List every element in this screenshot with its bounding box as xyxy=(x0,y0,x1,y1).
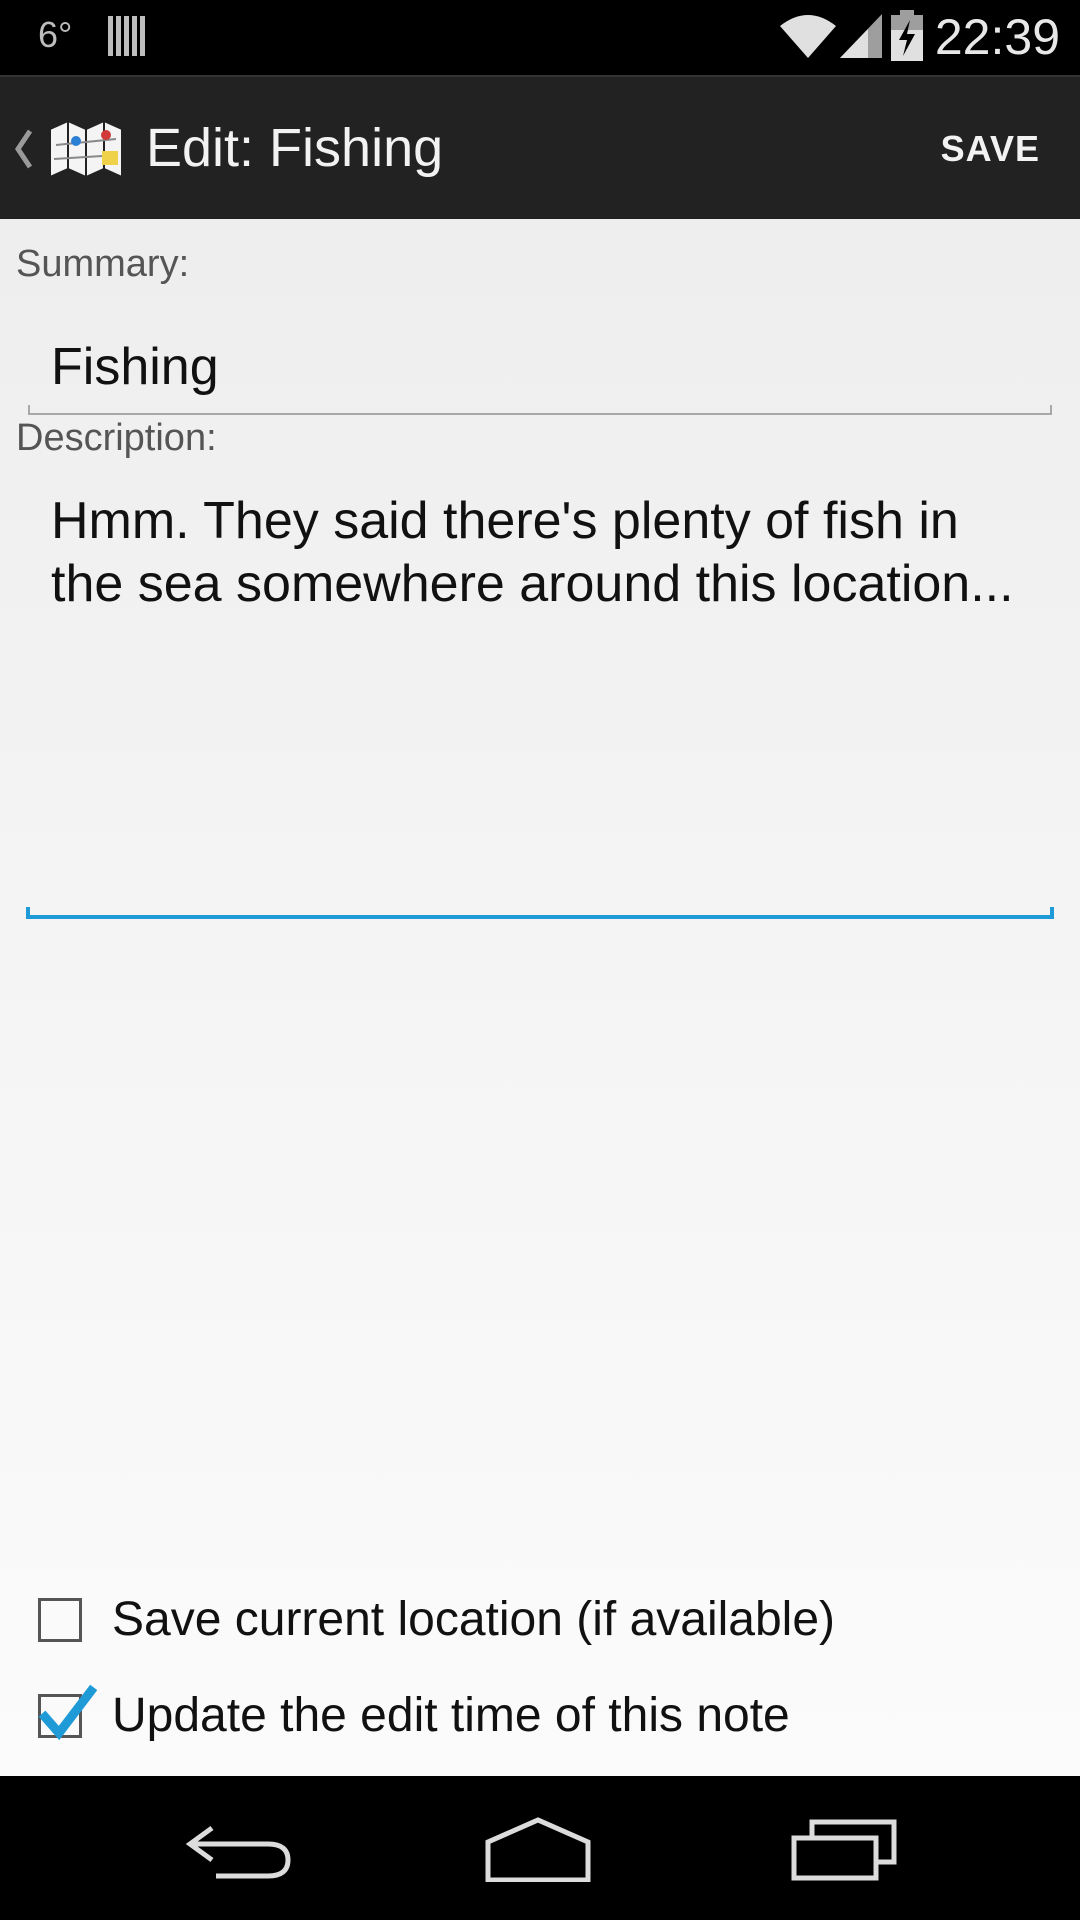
signal-icon xyxy=(840,14,882,58)
description-value: Hmm. They said there's plenty of fish in… xyxy=(51,492,1014,613)
home-icon[interactable] xyxy=(478,1816,598,1882)
clock: 22:39 xyxy=(934,9,1060,65)
save-button[interactable]: SAVE xyxy=(923,107,1058,191)
action-bar: Edit: Fishing SAVE xyxy=(0,75,1080,221)
notification-icon xyxy=(108,16,145,56)
summary-input[interactable]: Fishing xyxy=(28,299,1052,415)
map-app-icon[interactable] xyxy=(46,115,126,181)
status-bar: 6° 22:39 xyxy=(0,0,1080,75)
wifi-icon xyxy=(780,15,836,58)
back-icon[interactable] xyxy=(180,1816,300,1882)
save-location-label: Save current location (if available) xyxy=(112,1593,836,1646)
page-title: Edit: Fishing xyxy=(146,118,444,178)
update-time-checkbox[interactable] xyxy=(38,1684,97,1740)
summary-label: Summary: xyxy=(16,243,190,285)
battery-charging-icon xyxy=(891,10,923,61)
temperature-text: 6° xyxy=(38,14,73,55)
save-location-checkbox[interactable] xyxy=(38,1597,82,1642)
up-caret-icon[interactable] xyxy=(12,127,34,171)
edit-form: Summary: Fishing Description: xyxy=(0,219,1080,1776)
update-time-option[interactable]: Update the edit time of this note xyxy=(38,1684,790,1743)
recents-icon[interactable] xyxy=(780,1816,900,1882)
summary-value: Fishing xyxy=(51,338,219,396)
checkmark-icon xyxy=(38,1684,97,1740)
update-time-label: Update the edit time of this note xyxy=(112,1689,790,1742)
navigation-bar xyxy=(0,1776,1080,1920)
description-label: Description: xyxy=(16,417,217,459)
save-location-option[interactable]: Save current location (if available) xyxy=(38,1592,835,1647)
